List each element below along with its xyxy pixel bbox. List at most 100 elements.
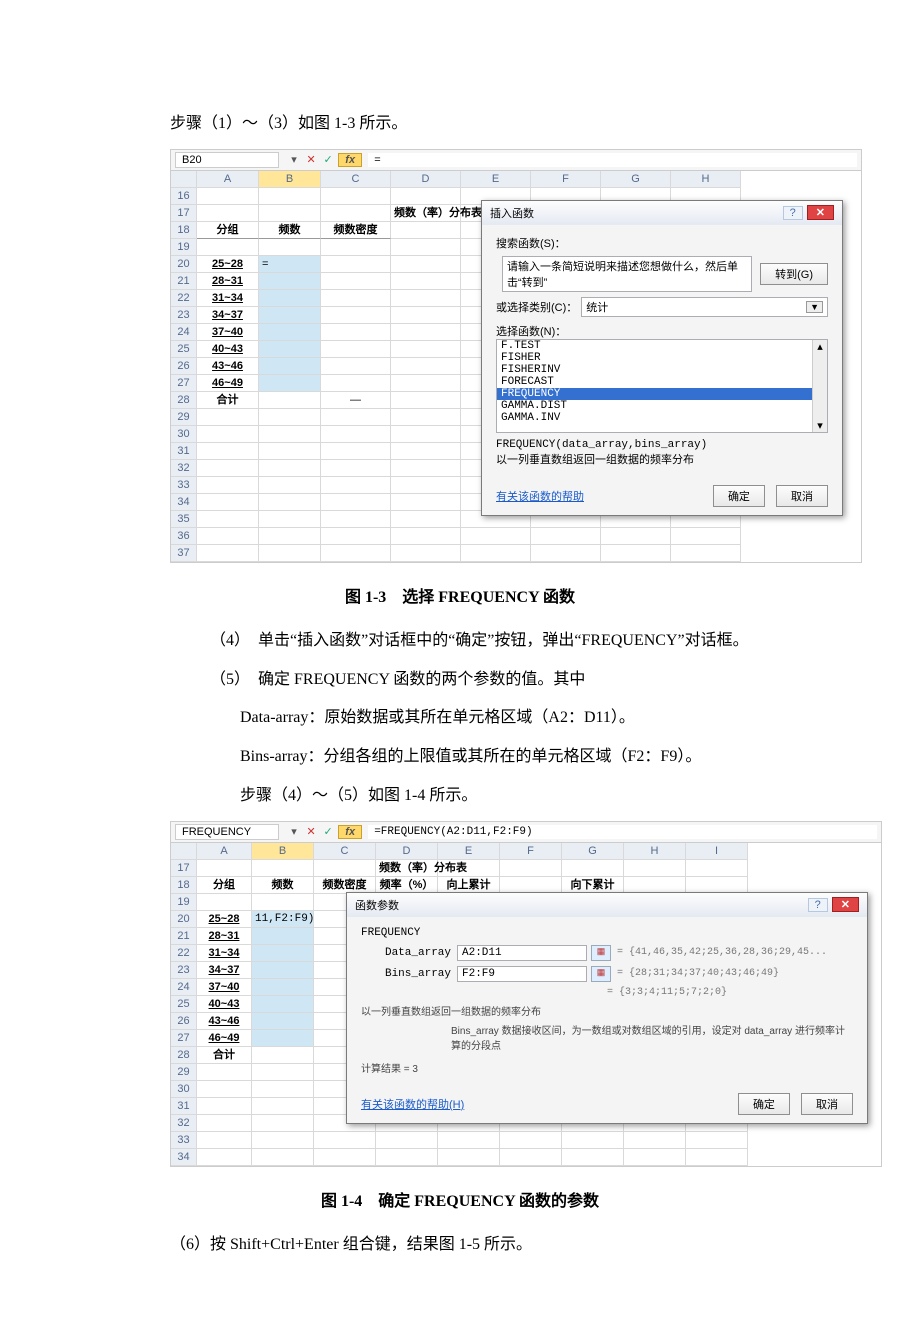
row-header[interactable]: 32 — [171, 460, 197, 477]
cell[interactable] — [321, 545, 391, 562]
row-header[interactable]: 22 — [171, 945, 197, 962]
column-header[interactable]: E — [461, 171, 531, 188]
close-icon[interactable]: ✕ — [807, 205, 834, 220]
cell[interactable]: 43~46 — [197, 1013, 252, 1030]
cell[interactable] — [252, 1149, 314, 1166]
cell[interactable] — [686, 860, 748, 877]
cell[interactable] — [500, 1132, 562, 1149]
cell[interactable] — [391, 460, 461, 477]
cell[interactable]: — — [321, 392, 391, 409]
row-header[interactable]: 31 — [171, 1098, 197, 1115]
cell[interactable] — [321, 426, 391, 443]
row-header[interactable]: 18 — [171, 222, 197, 239]
cell[interactable] — [321, 477, 391, 494]
cell[interactable] — [252, 928, 314, 945]
data-array-input[interactable]: A2:D11 — [457, 945, 587, 961]
cell[interactable] — [391, 290, 461, 307]
cell[interactable] — [321, 511, 391, 528]
ok-button[interactable]: 确定 — [713, 485, 765, 507]
search-input[interactable]: 请输入一条简短说明来描述您想做什么，然后单击“转到” — [502, 256, 752, 292]
cell[interactable] — [197, 860, 252, 877]
fx-icon[interactable]: fx — [338, 825, 362, 839]
cell[interactable] — [391, 341, 461, 358]
cell[interactable] — [391, 511, 461, 528]
cell[interactable]: 37~40 — [197, 979, 252, 996]
select-all-corner[interactable] — [171, 171, 197, 188]
row-header[interactable]: 17 — [171, 205, 197, 222]
dialog-titlebar[interactable]: 插入函数 ? ✕ — [482, 201, 842, 225]
cell[interactable] — [314, 860, 376, 877]
cell[interactable]: 37~40 — [197, 324, 259, 341]
cell[interactable] — [321, 239, 391, 256]
column-header[interactable]: I — [686, 843, 748, 860]
cell[interactable]: 频数（率）分布表 — [391, 205, 461, 222]
cell[interactable] — [391, 494, 461, 511]
cell[interactable]: 合计 — [197, 392, 259, 409]
cell[interactable] — [259, 426, 321, 443]
cell[interactable] — [438, 1149, 500, 1166]
cell[interactable] — [197, 443, 259, 460]
row-header[interactable]: 20 — [171, 256, 197, 273]
cell[interactable] — [624, 860, 686, 877]
cell[interactable] — [259, 494, 321, 511]
cell[interactable] — [197, 1081, 252, 1098]
row-header[interactable]: 34 — [171, 494, 197, 511]
row-header[interactable]: 30 — [171, 426, 197, 443]
cell[interactable] — [601, 528, 671, 545]
cell[interactable] — [197, 1132, 252, 1149]
cell[interactable] — [321, 290, 391, 307]
help-icon[interactable]: ? — [808, 898, 828, 912]
list-item[interactable]: GAMMA.DIST — [497, 400, 827, 412]
cell[interactable] — [259, 460, 321, 477]
column-header[interactable]: B — [252, 843, 314, 860]
cell[interactable] — [252, 945, 314, 962]
column-header[interactable]: B — [259, 171, 321, 188]
cell[interactable] — [314, 1132, 376, 1149]
column-header[interactable]: G — [562, 843, 624, 860]
cell[interactable] — [461, 528, 531, 545]
cell[interactable] — [197, 239, 259, 256]
cell[interactable] — [562, 860, 624, 877]
column-header[interactable]: F — [531, 171, 601, 188]
cell[interactable] — [671, 545, 741, 562]
row-header[interactable]: 17 — [171, 860, 197, 877]
cell[interactable] — [686, 1149, 748, 1166]
row-header[interactable]: 25 — [171, 341, 197, 358]
cell[interactable] — [391, 222, 461, 239]
cell[interactable] — [321, 256, 391, 273]
column-header[interactable]: G — [601, 171, 671, 188]
cell[interactable] — [197, 1149, 252, 1166]
column-header[interactable]: E — [438, 843, 500, 860]
dialog-titlebar[interactable]: 函数参数 ? ✕ — [347, 893, 867, 917]
cell[interactable] — [252, 979, 314, 996]
cell[interactable] — [197, 1064, 252, 1081]
row-header[interactable]: 33 — [171, 477, 197, 494]
column-header[interactable]: D — [376, 843, 438, 860]
cell[interactable] — [197, 460, 259, 477]
enter-icon[interactable]: ✓ — [321, 825, 335, 838]
cell[interactable] — [259, 477, 321, 494]
row-header[interactable]: 24 — [171, 979, 197, 996]
cell[interactable] — [461, 545, 531, 562]
close-icon[interactable]: ✕ — [832, 897, 859, 912]
formula-input[interactable]: = — [368, 153, 857, 167]
cell[interactable] — [197, 426, 259, 443]
cell[interactable] — [391, 392, 461, 409]
row-header[interactable]: 34 — [171, 1149, 197, 1166]
row-header[interactable]: 26 — [171, 1013, 197, 1030]
range-picker-icon[interactable]: ▦ — [591, 966, 611, 982]
cell[interactable] — [321, 205, 391, 222]
cell[interactable] — [252, 860, 314, 877]
list-item[interactable]: FREQUENCY — [497, 388, 827, 400]
category-dropdown[interactable]: 统计 ▼ — [581, 297, 828, 317]
cell[interactable] — [391, 443, 461, 460]
cell[interactable] — [376, 1132, 438, 1149]
cell[interactable] — [259, 375, 321, 392]
row-header[interactable]: 25 — [171, 996, 197, 1013]
row-header[interactable]: 27 — [171, 375, 197, 392]
cell[interactable] — [259, 545, 321, 562]
row-header[interactable]: 28 — [171, 392, 197, 409]
cell[interactable] — [391, 426, 461, 443]
dropdown-icon[interactable]: ▾ — [287, 153, 301, 166]
row-header[interactable]: 30 — [171, 1081, 197, 1098]
